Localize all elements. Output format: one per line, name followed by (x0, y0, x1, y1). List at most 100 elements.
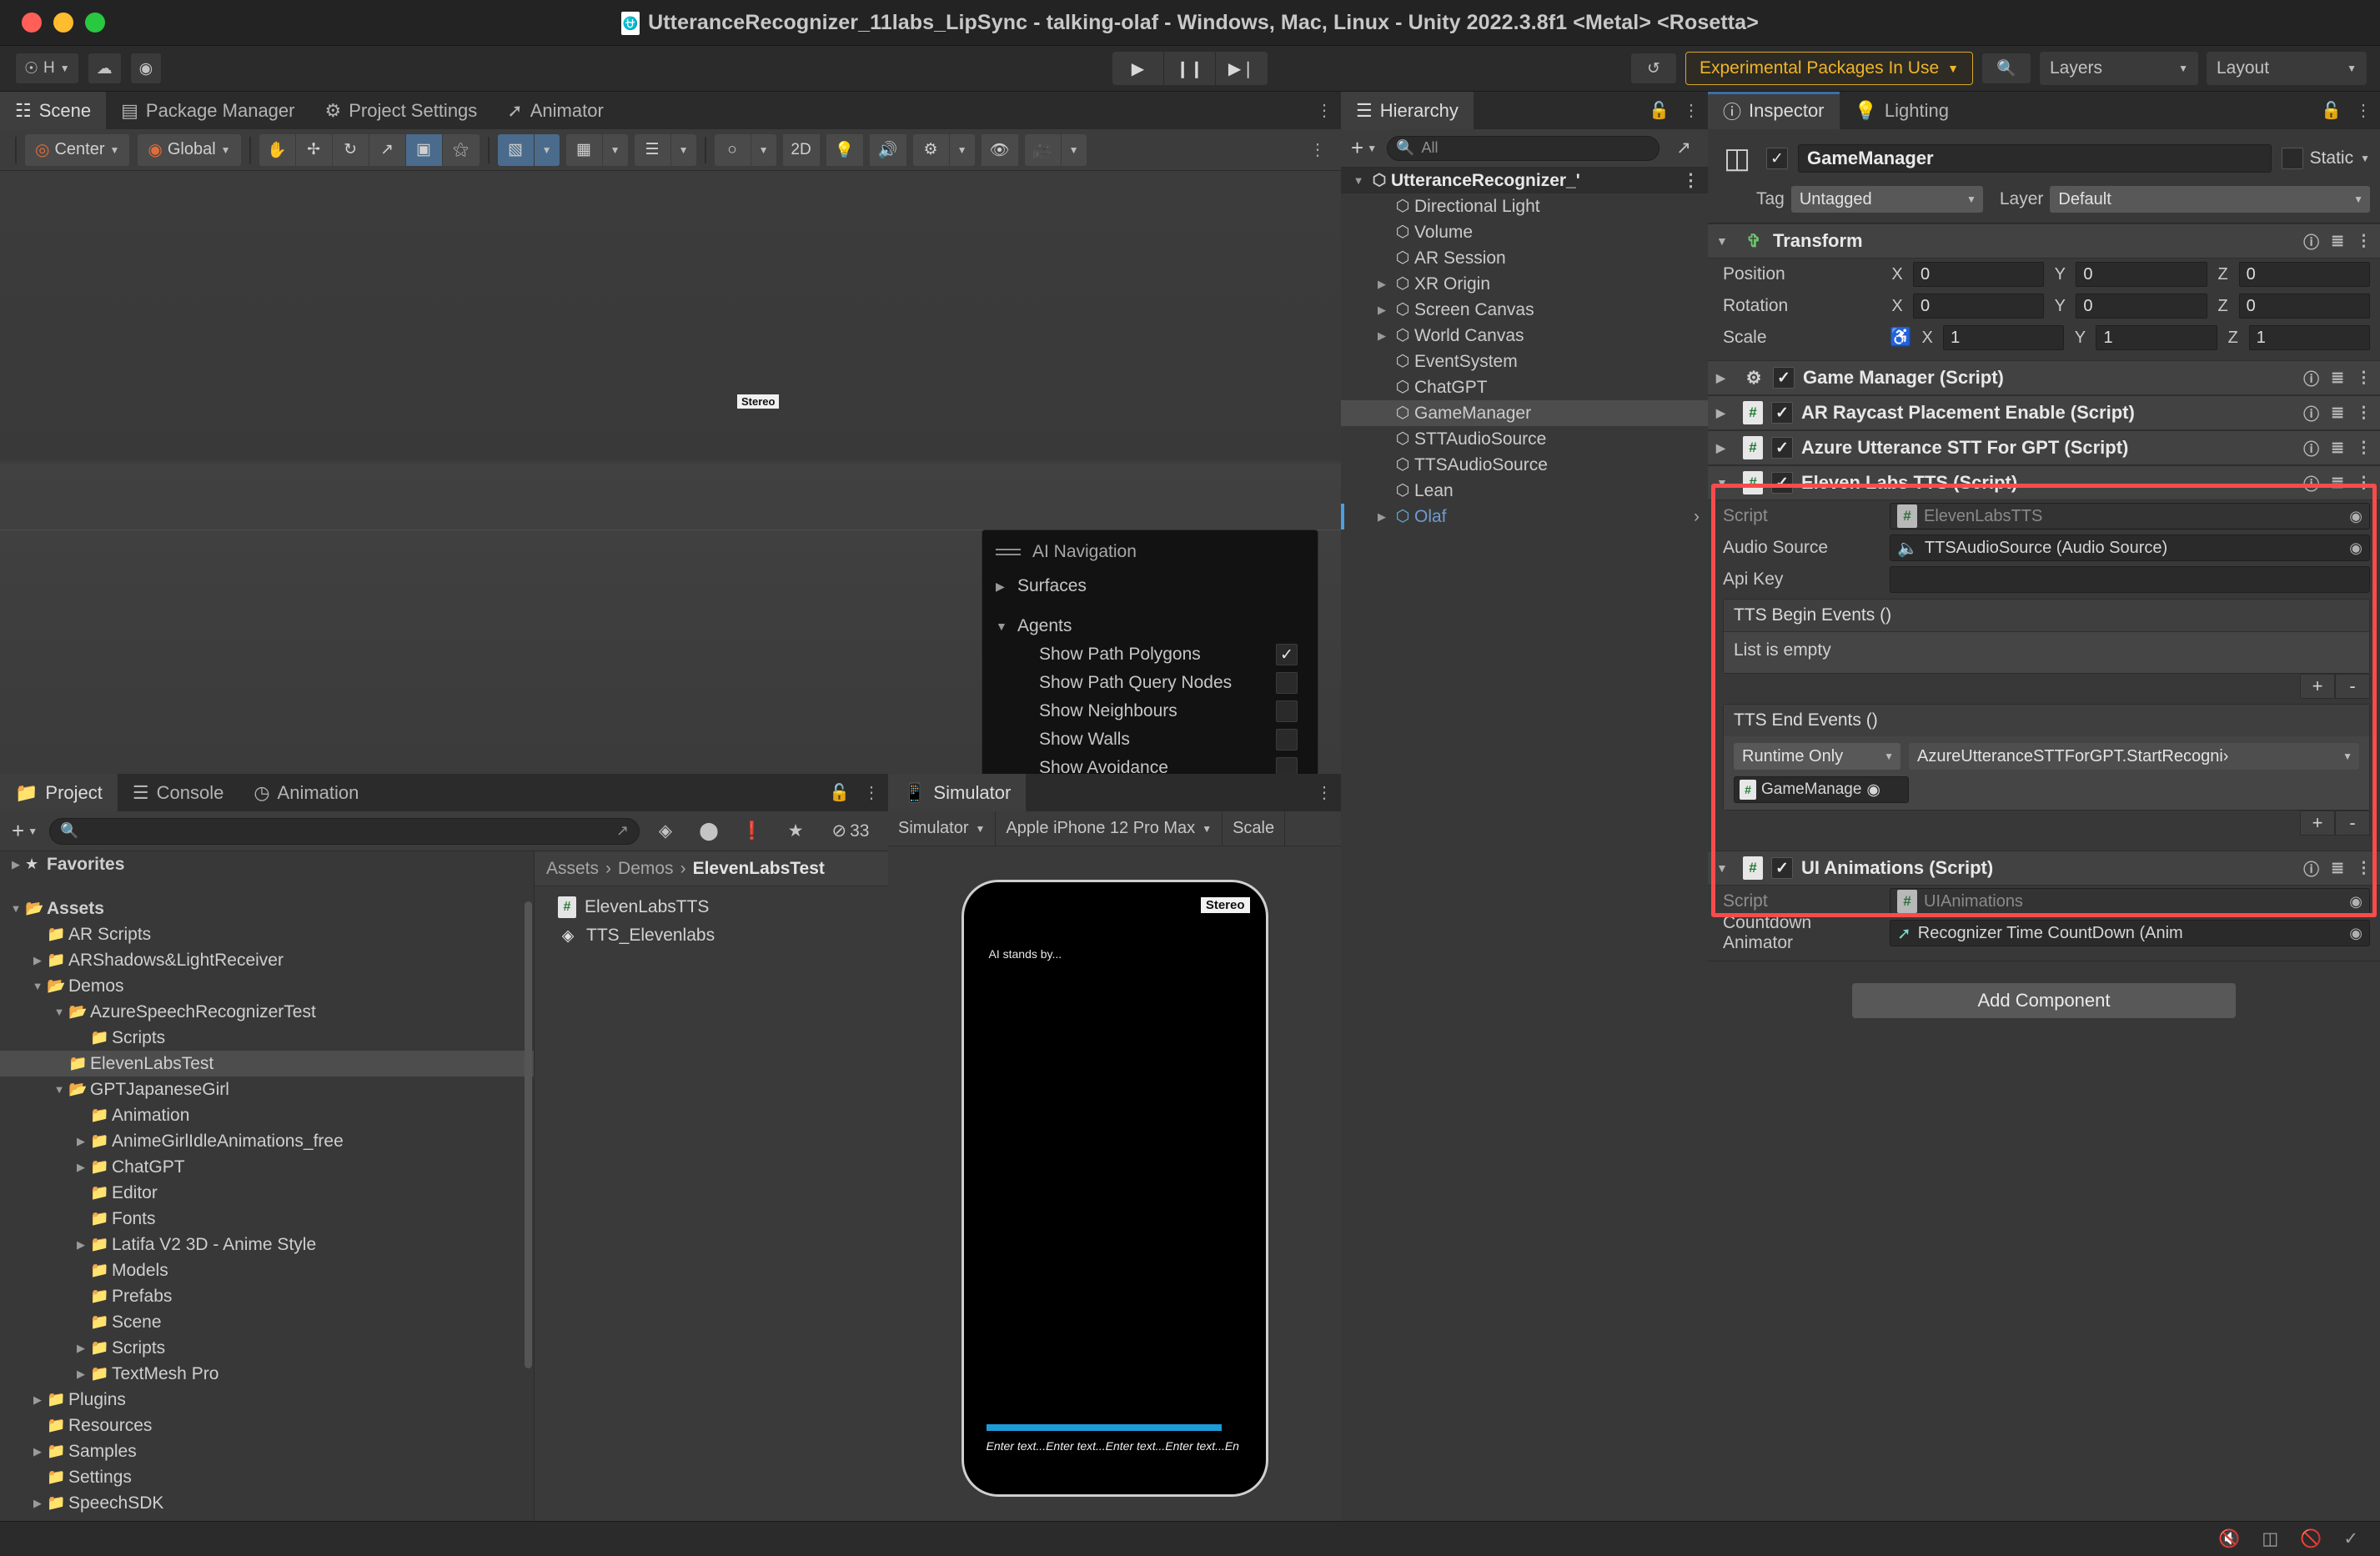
layers-dropdown[interactable]: Layers ▼ (2040, 52, 2198, 85)
hierarchy-create-button[interactable]: + ▼ (1348, 135, 1380, 161)
hidden-packages-count[interactable]: ⊘ 33 (821, 816, 880, 846)
grid-snap-button[interactable]: ▧ (498, 134, 535, 166)
project-create-button[interactable]: + ▼ (8, 818, 41, 844)
chevron-down-icon[interactable]: ▼ (1716, 476, 1735, 489)
device-frame[interactable]: Stereo AI stands by... Enter text...Ente… (962, 880, 1268, 1497)
scene-camera-dropdown[interactable]: ▼ (1062, 134, 1087, 166)
rotation-x-input[interactable]: 0 (1913, 294, 2044, 319)
chevron-right-icon[interactable]: ▶ (1716, 406, 1735, 420)
scale-tool-button[interactable]: ↗ (369, 134, 406, 166)
hierarchy-item-ar-session[interactable]: ⬡AR Session (1341, 245, 1708, 271)
project-tree-item-animegirlidleanimations-free[interactable]: ▶📁AnimeGirlIdleAnimations_free (0, 1128, 534, 1154)
project-tree-item-scripts[interactable]: 📁Scripts (0, 1025, 534, 1051)
help-icon[interactable]: ⓘ (2303, 402, 2319, 424)
experimental-packages-button[interactable]: Experimental Packages In Use ▼ (1685, 52, 1973, 85)
grid-snap-dropdown[interactable]: ▼ (535, 134, 560, 166)
chevron-down-icon[interactable]: ▼ (1349, 174, 1368, 187)
scene-viewport[interactable]: Stereo AI Navigation ▶ Surfaces ▼ Agents (0, 171, 1341, 811)
help-icon[interactable]: ⓘ (2303, 472, 2319, 494)
object-picker-icon[interactable]: ◉ (2349, 925, 2362, 942)
grid-visibility-button[interactable]: ▦ (566, 134, 603, 166)
hierarchy-item-world-canvas[interactable]: ▶⬡World Canvas (1341, 323, 1708, 349)
project-tree-item-scene[interactable]: 📁Scene (0, 1309, 534, 1335)
project-tree-item-chatgpt[interactable]: ▶📁ChatGPT (0, 1154, 534, 1180)
gameobject-enabled-checkbox[interactable]: ✓ (1766, 148, 1788, 169)
component-enabled-checkbox[interactable]: ✓ (1773, 367, 1795, 389)
kebab-menu-icon[interactable]: ⋮ (1316, 100, 1333, 121)
tag-dropdown[interactable]: Untagged ▼ (1791, 186, 1983, 213)
event-mode-dropdown[interactable]: Runtime Only ▼ (1734, 743, 1900, 770)
add-end-event-button[interactable]: + (2300, 811, 2335, 836)
grid-visibility-dropdown[interactable]: ▼ (603, 134, 628, 166)
project-tree-item-resources[interactable]: 📁Resources (0, 1413, 534, 1438)
hierarchy-item-olaf[interactable]: ▶⬡Olaf› (1341, 504, 1708, 530)
search-expand-icon[interactable]: ↗ (616, 822, 629, 840)
project-tree-item-animation[interactable]: 📁Animation (0, 1102, 534, 1128)
remove-begin-event-button[interactable]: - (2335, 674, 2370, 699)
kebab-menu-icon[interactable]: ⋮ (2356, 439, 2372, 458)
preset-icon[interactable]: ≣ (2331, 369, 2344, 388)
transform-tool-button[interactable]: ⚝ (443, 134, 480, 166)
kebab-menu-icon[interactable]: ⋮ (2356, 474, 2372, 493)
tab-simulator[interactable]: 📱 Simulator (888, 774, 1026, 811)
project-tree-item-prefabs[interactable]: 📁Prefabs (0, 1283, 534, 1309)
project-tree-item-azurespeechrecognizertest[interactable]: ▼📂AzureSpeechRecognizerTest (0, 999, 534, 1025)
chevron-down-icon[interactable]: ▼ (50, 1006, 68, 1018)
shading-mode-dropdown[interactable]: ▼ (751, 134, 776, 166)
countdown-animator-objectfield[interactable]: ➚ Recognizer Time CountDown (Anim ◉ (1890, 920, 2370, 946)
chevron-right-icon[interactable]: ▶ (7, 858, 25, 871)
simulator-stage[interactable]: Stereo AI stands by... Enter text...Ente… (888, 846, 1341, 1556)
tab-hierarchy[interactable]: ☰ Hierarchy (1341, 92, 1474, 129)
preset-icon[interactable]: ≣ (2331, 859, 2344, 878)
chevron-right-icon[interactable]: ▶ (72, 1238, 90, 1252)
collapse-icon[interactable]: ◫ (2262, 1528, 2278, 1549)
tab-project-settings[interactable]: ⚙ Project Settings (309, 92, 492, 129)
filter-favorites-button[interactable]: ★ (778, 816, 813, 846)
account-button[interactable]: ☉ H ▼ (15, 53, 79, 84)
checkmark-icon[interactable]: ✓ (2343, 1528, 2358, 1549)
tab-project[interactable]: 📁 Project (0, 774, 118, 811)
project-tree-item-models[interactable]: 📁Models (0, 1257, 534, 1283)
snap-increment-button[interactable]: ☰ (635, 134, 671, 166)
project-tree-item-speechsdk[interactable]: ▶📁SpeechSDK (0, 1490, 534, 1516)
checkbox-show-walls[interactable] (1276, 729, 1298, 750)
add-begin-event-button[interactable]: + (2300, 674, 2335, 699)
simulator-scale-dropdown[interactable]: Scale (1223, 811, 1285, 846)
static-checkbox[interactable] (2282, 148, 2303, 169)
ai-nav-show-walls[interactable]: Show Walls (982, 725, 1318, 754)
position-y-input[interactable]: 0 (2076, 262, 2207, 287)
cloud-button[interactable]: ☁ (88, 53, 122, 84)
ai-nav-show-path-polygons[interactable]: Show Path Polygons ✓ (982, 640, 1318, 669)
component-header-eleven-labs-tts[interactable]: ▼ # ✓ Eleven Labs TTS (Script) ⓘ ≣ ⋮ (1708, 465, 2380, 500)
ai-nav-section-agents[interactable]: ▼ Agents (982, 612, 1318, 640)
chevron-right-icon[interactable]: ▶ (28, 1393, 47, 1407)
help-icon[interactable]: ⓘ (2303, 857, 2319, 880)
ui-animations-script-objectfield[interactable]: # UIAnimations ◉ (1890, 888, 2370, 915)
project-tree-item-settings[interactable]: 📁Settings (0, 1464, 534, 1490)
project-tree-item-samples[interactable]: ▶📁Samples (0, 1438, 534, 1464)
layout-dropdown[interactable]: Layout ▼ (2207, 52, 2367, 85)
ai-nav-show-neighbours[interactable]: Show Neighbours (982, 697, 1318, 725)
kebab-menu-icon[interactable]: ⋮ (2356, 232, 2372, 251)
handle-space-dropdown[interactable]: ◉ Global ▼ (138, 134, 240, 166)
hierarchy-item-eventsystem[interactable]: ⬡EventSystem (1341, 349, 1708, 374)
rotation-y-input[interactable]: 0 (2076, 294, 2207, 319)
simulator-mode-dropdown[interactable]: Simulator ▼ (888, 811, 996, 846)
pause-button[interactable]: ❙❙ (1164, 52, 1216, 85)
project-tree-item-ar-scripts[interactable]: 📁AR Scripts (0, 921, 534, 947)
filter-by-label-button[interactable]: ⬤ (691, 816, 726, 846)
project-tree-item-scripts[interactable]: ▶📁Scripts (0, 1335, 534, 1361)
component-header-game-manager[interactable]: ▶ ⚙ ✓ Game Manager (Script) ⓘ ≣ ⋮ (1708, 360, 2380, 395)
preset-icon[interactable]: ≣ (2331, 404, 2344, 423)
breadcrumb-item-demos[interactable]: Demos (618, 859, 674, 879)
project-search-input[interactable]: 🔍 ↗ (49, 818, 640, 845)
object-picker-icon[interactable]: ◉ (1866, 781, 1880, 800)
chevron-right-icon[interactable]: ▶ (1716, 441, 1735, 455)
checkbox-show-path-polygons[interactable]: ✓ (1276, 644, 1298, 665)
hierarchy-item-gamemanager[interactable]: ⬡GameManager (1341, 400, 1708, 426)
lock-icon[interactable]: 🔓 (1649, 100, 1670, 121)
project-tree-item-plugins[interactable]: ▶📁Plugins (0, 1387, 534, 1413)
object-picker-icon[interactable]: ◉ (2349, 540, 2362, 557)
hierarchy-item-volume[interactable]: ⬡Volume (1341, 219, 1708, 245)
hierarchy-item-screen-canvas[interactable]: ▶⬡Screen Canvas (1341, 297, 1708, 323)
